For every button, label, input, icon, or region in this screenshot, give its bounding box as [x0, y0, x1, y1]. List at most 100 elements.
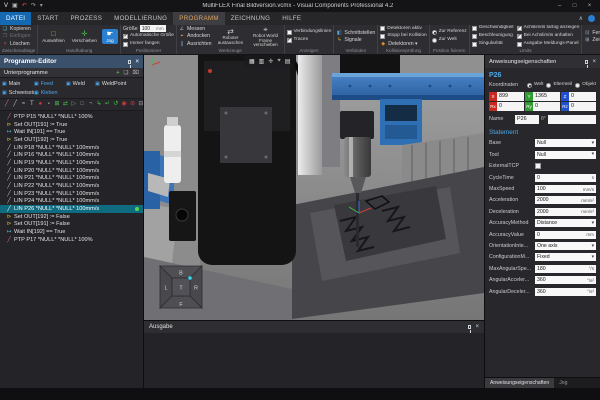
ribbon-checkbox[interactable]: Traces: [287, 37, 332, 44]
ribbon-big-button[interactable]: ☛ Jog: [102, 29, 118, 45]
coordinate-field[interactable]: Rx 0: [489, 102, 524, 111]
pin-icon[interactable]: [128, 60, 131, 64]
statement-toolbar-icon[interactable]: ≈: [20, 99, 27, 110]
viewport-toolbar-icon[interactable]: ▥: [259, 58, 265, 65]
coordinate-value[interactable]: 1365: [533, 92, 560, 101]
subprogram-button[interactable]: ▣ Weld: [66, 79, 95, 88]
subprogram-button[interactable]: ▣ Schweissteil: [2, 88, 34, 97]
collapse-ribbon-icon[interactable]: ∧: [579, 15, 583, 22]
name-input[interactable]: P26: [515, 115, 539, 124]
statement-row[interactable]: ⊳ Set OUT[192] := True: [0, 136, 143, 144]
property-input[interactable]: 2000 mm/s²: [535, 196, 596, 204]
statement-row[interactable]: ╱ PTP P17 *NULL* *NULL* 100%: [0, 236, 143, 244]
viewport-toolbar-icon[interactable]: ▤: [285, 58, 291, 65]
ribbon-tab[interactable]: START: [31, 12, 64, 25]
quick-access-icon[interactable]: ↷: [31, 0, 36, 12]
panel-bottom-tab[interactable]: Jog: [554, 378, 572, 388]
statement-toolbar-icon[interactable]: ⇄: [62, 99, 69, 110]
property-select[interactable]: Null ▾: [535, 139, 596, 147]
subprogram-button[interactable]: ▣ WeldPoint: [95, 79, 141, 88]
statement-toolbar-icon[interactable]: ↵: [104, 99, 111, 110]
ribbon-button[interactable]: ∠ Messen: [179, 26, 212, 32]
statement-row[interactable]: ⊳ Set OUT[191] := False: [0, 221, 143, 229]
ribbon-checkbox[interactable]: Stopp bei Kollision: [380, 33, 426, 40]
ribbon-button[interactable]: ⌖ Andocken: [179, 33, 212, 39]
ribbon-checkbox[interactable]: Bei Achslimits anhalten: [517, 33, 580, 40]
exchange-robot-button[interactable]: ⇄ Roboter austauschen: [215, 27, 247, 46]
statement-row[interactable]: ⊳ Set OUT[192] := False: [0, 213, 143, 221]
close-icon[interactable]: ×: [475, 324, 479, 330]
property-input[interactable]: 180 °/s: [535, 265, 596, 273]
ribbon-tab[interactable]: ZEICHNUNG: [225, 12, 276, 25]
statement-toolbar-icon[interactable]: ╱: [11, 99, 18, 110]
radio-option[interactable]: Welt: [527, 82, 544, 89]
comment-input[interactable]: [548, 115, 596, 124]
pin-icon[interactable]: [585, 60, 588, 64]
ribbon-tab[interactable]: DATEI: [0, 12, 31, 25]
window-control-button[interactable]: □: [568, 0, 581, 12]
statement-toolbar-icon[interactable]: ╱: [3, 99, 10, 110]
add-subprogram-icon[interactable]: +: [116, 70, 119, 76]
coordinate-value[interactable]: 0: [497, 102, 524, 111]
statement-toolbar-icon[interactable]: ¬: [87, 99, 94, 110]
subprogram-button[interactable]: ▣ Feed: [34, 79, 66, 88]
statement-row[interactable]: ⊳ Set OUT[191] := True: [0, 121, 143, 129]
statement-toolbar-icon[interactable]: ◉: [120, 99, 127, 110]
radio-option[interactable]: Elternteil: [546, 82, 572, 89]
statement-row[interactable]: ╱ LIN P24 *NULL* *NULL* 100mm/s: [0, 198, 143, 206]
ribbon-tab[interactable]: PROZESS: [64, 12, 108, 25]
property-input[interactable]: 360 °/s²: [535, 288, 596, 296]
coordinate-value[interactable]: 899: [497, 92, 524, 101]
coordinate-field[interactable]: X 899: [489, 92, 524, 101]
property-checkbox[interactable]: [535, 163, 596, 169]
coordinate-value[interactable]: 0: [569, 102, 596, 111]
coordinate-field[interactable]: Ry 0: [525, 102, 560, 111]
window-control-button[interactable]: –: [553, 0, 566, 12]
radio-option[interactable]: Zur Referenz: [432, 29, 467, 36]
nav-face-left[interactable]: L: [164, 286, 167, 292]
statement-row[interactable]: ╱ LIN P19 *NULL* *NULL* 100mm/s: [0, 159, 143, 167]
help-icon[interactable]: [588, 15, 595, 22]
statement-toolbar-icon[interactable]: ●: [37, 99, 44, 110]
ribbon-checkbox[interactable]: Automatische Größe: [123, 33, 174, 40]
statement-row[interactable]: ╱ LIN P18 *NULL* *NULL* 100mm/s: [0, 144, 143, 152]
duplicate-icon[interactable]: ❏: [124, 70, 129, 76]
property-select[interactable]: Null ▾: [535, 151, 596, 159]
viewport-toolbar-icon[interactable]: ⌖: [277, 58, 280, 65]
statement-toolbar-icon[interactable]: ⊟: [137, 99, 143, 110]
quick-access-icon[interactable]: ↶: [22, 0, 27, 12]
robot-world-frame-button[interactable]: ⌖ Robot World Frame verschieben: [250, 25, 282, 48]
ribbon-button[interactable]: ❏ Kopieren: [2, 26, 31, 32]
subprogram-button[interactable]: ▣ Main: [2, 79, 34, 88]
statement-toolbar-icon[interactable]: T: [28, 99, 35, 110]
ribbon-button[interactable]: ◧ Schnittstellen: [336, 30, 375, 36]
statement-row[interactable]: ↦ Wait IN[191] == True: [0, 128, 143, 136]
statement-row[interactable]: ╱ LIN P22 *NULL* *NULL* 100mm/s: [0, 182, 143, 190]
property-input[interactable]: 2000 mm/s²: [535, 208, 596, 216]
ribbon-button[interactable]: ⊞ Zeigen ▾: [584, 37, 600, 43]
close-icon[interactable]: ×: [592, 59, 596, 65]
ribbon-checkbox[interactable]: Detektoren aktiv: [380, 26, 426, 33]
statement-toolbar-icon[interactable]: ⊘: [129, 99, 136, 110]
statement-row[interactable]: ╱ LIN P20 *NULL* *NULL* 100mm/s: [0, 167, 143, 175]
window-control-button[interactable]: ×: [583, 0, 596, 12]
statement-row[interactable]: ╱ LIN P26 *NULL* *NULL* 100mm/s: [0, 205, 143, 213]
property-input[interactable]: 0 s: [535, 174, 596, 182]
viewport-toolbar-icon[interactable]: ▦: [249, 58, 255, 65]
close-icon[interactable]: ×: [135, 59, 139, 65]
nav-face-right[interactable]: R: [194, 286, 198, 292]
nav-face-back[interactable]: B: [179, 271, 183, 277]
pin-icon[interactable]: [468, 325, 471, 329]
3d-viewport[interactable]: ▦ ▥ ✛ ⌖ ▤ B L T R F: [144, 55, 484, 320]
property-input[interactable]: 0 mm: [535, 231, 596, 239]
statement-row[interactable]: ↦ Wait IN[192] == True: [0, 228, 143, 236]
statement-toolbar-icon[interactable]: ⊞: [53, 99, 60, 110]
property-input[interactable]: 100 mm/s: [535, 185, 596, 193]
property-select[interactable]: Distance ▾: [535, 219, 596, 227]
statement-toolbar-icon[interactable]: ↳: [95, 99, 102, 110]
subprogram-button[interactable]: ▣ Kleben: [34, 88, 66, 97]
statement-toolbar-icon[interactable]: ▪: [45, 99, 52, 110]
radio-option[interactable]: Objekt: [575, 82, 596, 89]
property-select[interactable]: Fixed ▾: [535, 253, 596, 261]
viewport-toolbar-icon[interactable]: ✛: [268, 58, 273, 65]
